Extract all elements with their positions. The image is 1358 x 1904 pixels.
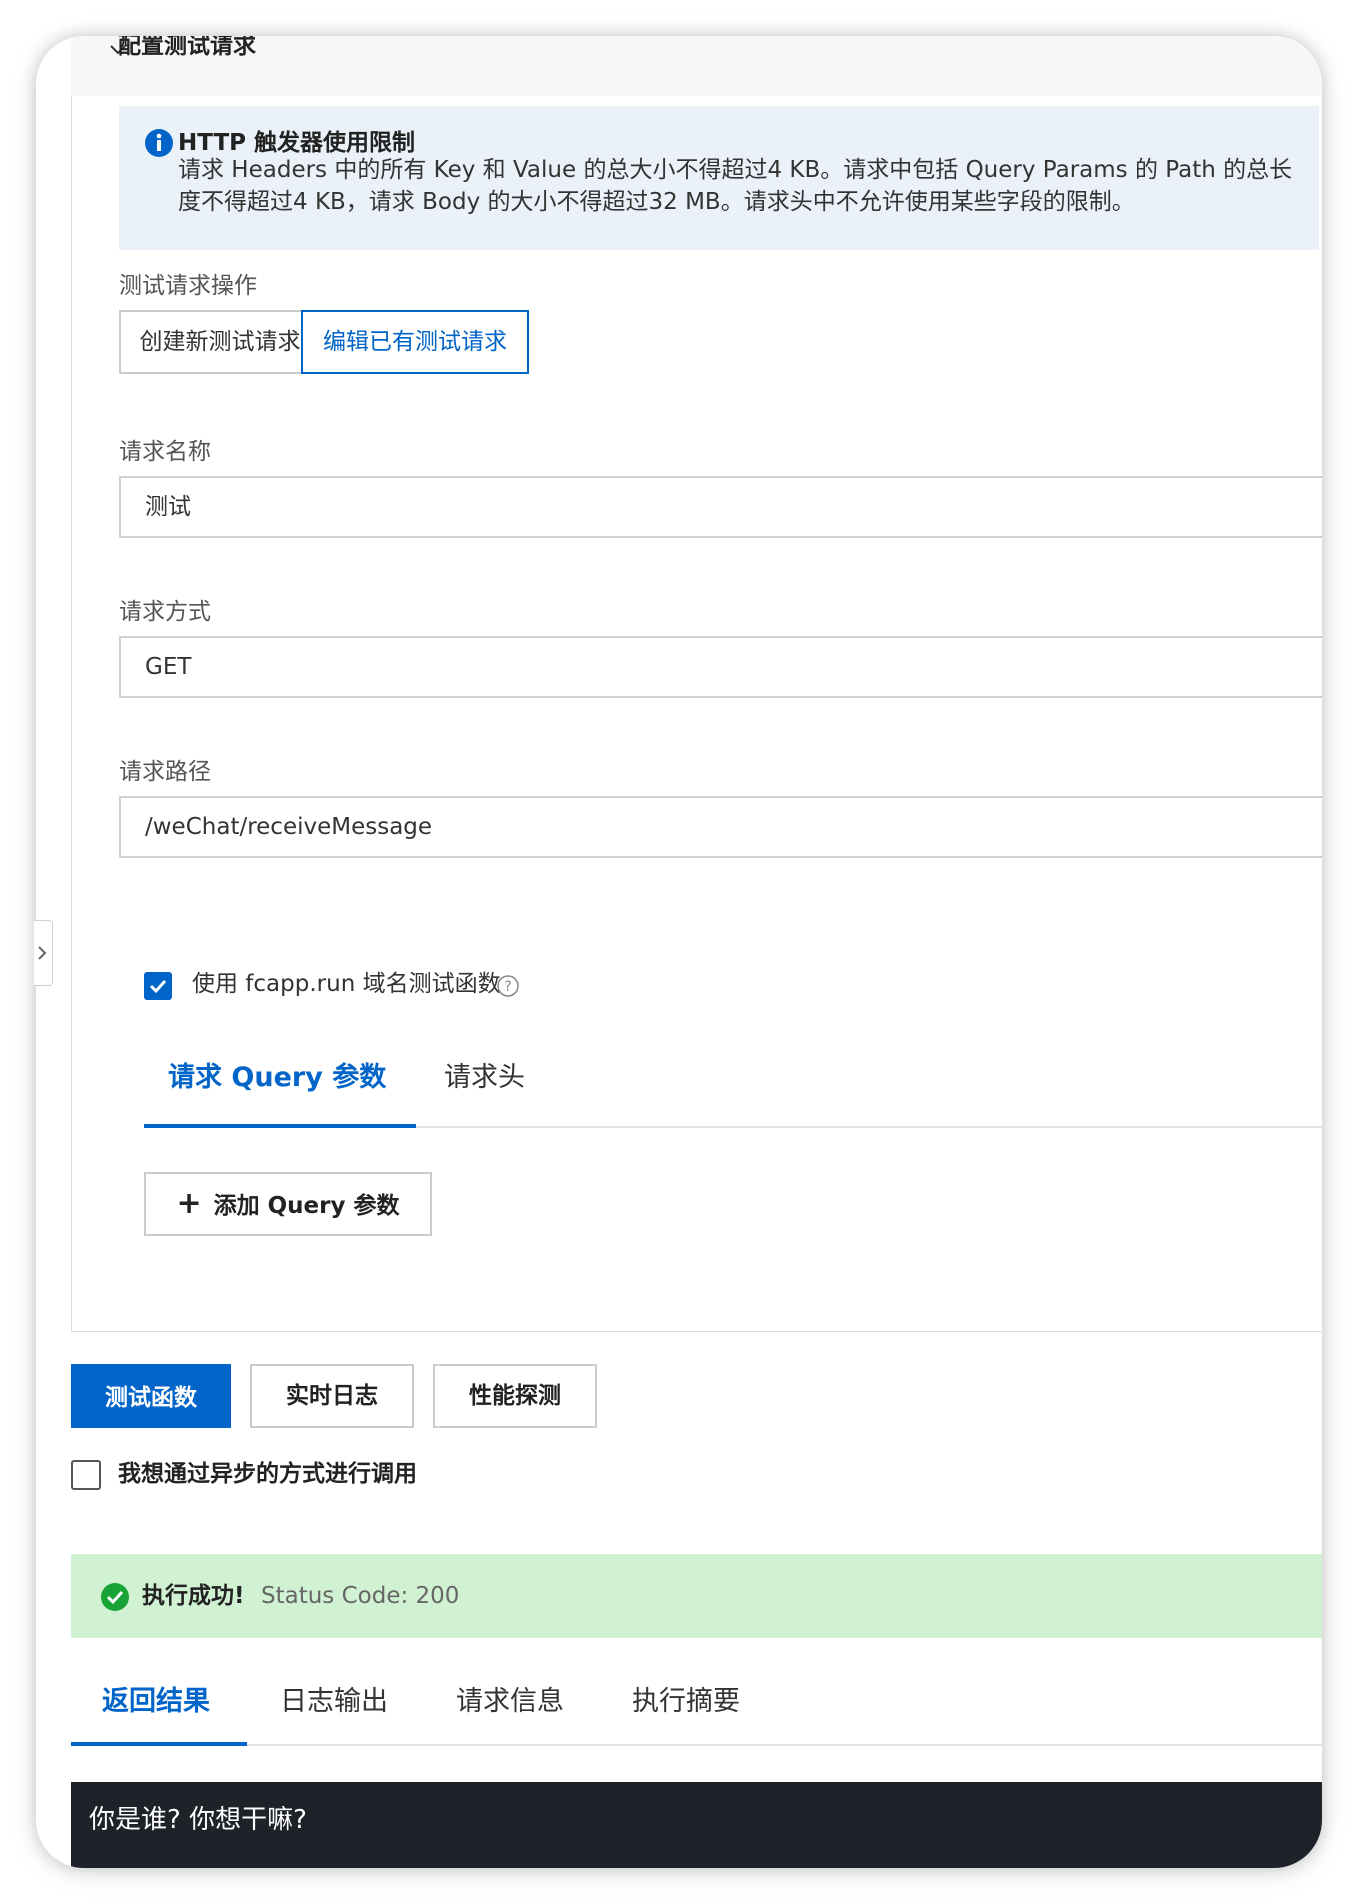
chevron-right-icon xyxy=(38,946,47,960)
result-tab-indicator xyxy=(71,1742,247,1746)
async-checkbox[interactable] xyxy=(71,1460,101,1490)
performance-probe-button[interactable]: 性能探测 xyxy=(433,1364,597,1428)
create-request-button[interactable]: 创建新测试请求 xyxy=(119,310,321,374)
async-checkbox-label: 我想通过异步的方式进行调用 xyxy=(118,1461,417,1487)
result-output: 你是谁? 你想干嘛? xyxy=(71,1782,1322,1868)
sidebar-toggle[interactable] xyxy=(34,920,53,986)
request-path-input[interactable]: /weChat/receiveMessage xyxy=(119,796,1322,858)
test-function-button[interactable]: 测试函数 xyxy=(71,1364,231,1428)
domain-checkbox-label: 使用 fcapp.run 域名测试函数 xyxy=(192,971,501,997)
request-name-input[interactable]: 测试 xyxy=(119,476,1322,538)
tab-log-output[interactable]: 日志输出 xyxy=(280,1682,388,1722)
check-circle-icon xyxy=(101,1583,129,1611)
edit-request-button[interactable]: 编辑已有测试请求 xyxy=(301,310,529,374)
operation-label: 测试请求操作 xyxy=(119,273,257,299)
tab-request-headers[interactable]: 请求头 xyxy=(444,1058,525,1098)
request-name-label: 请求名称 xyxy=(119,439,211,465)
param-tab-indicator xyxy=(144,1124,416,1128)
status-banner xyxy=(71,1554,1322,1638)
checkmark-icon xyxy=(149,979,167,994)
request-method-label: 请求方式 xyxy=(119,599,211,625)
status-code: Status Code: 200 xyxy=(261,1583,460,1609)
section-title: 配置测试请求 xyxy=(118,36,256,59)
section-header[interactable] xyxy=(71,36,1322,96)
request-method-select[interactable]: GET xyxy=(119,636,1322,698)
plus-icon: + xyxy=(176,1186,202,1221)
svg-text:?: ? xyxy=(504,979,511,995)
config-panel xyxy=(71,96,1322,1332)
tab-return-result[interactable]: 返回结果 xyxy=(102,1682,210,1722)
info-icon xyxy=(145,129,173,157)
realtime-logs-button[interactable]: 实时日志 xyxy=(250,1364,414,1428)
status-message: 执行成功! xyxy=(142,1583,245,1609)
add-query-label: 添加 Query 参数 xyxy=(213,1193,400,1219)
tab-request-info[interactable]: 请求信息 xyxy=(456,1682,564,1722)
request-path-label: 请求路径 xyxy=(119,759,211,785)
app-window: 配置测试请求 HTTP 触发器使用限制 请求 Headers 中的所有 Key … xyxy=(36,36,1322,1868)
help-icon[interactable]: ? xyxy=(496,974,520,998)
tab-query-params[interactable]: 请求 Query 参数 xyxy=(168,1058,386,1098)
result-tabs-divider xyxy=(71,1744,1322,1746)
add-query-param-button[interactable]: + 添加 Query 参数 xyxy=(144,1172,432,1236)
tab-execution-summary[interactable]: 执行摘要 xyxy=(632,1682,740,1722)
notice-text: 请求 Headers 中的所有 Key 和 Value 的总大小不得超过4 KB… xyxy=(178,157,1293,215)
domain-checkbox[interactable] xyxy=(144,972,172,1000)
